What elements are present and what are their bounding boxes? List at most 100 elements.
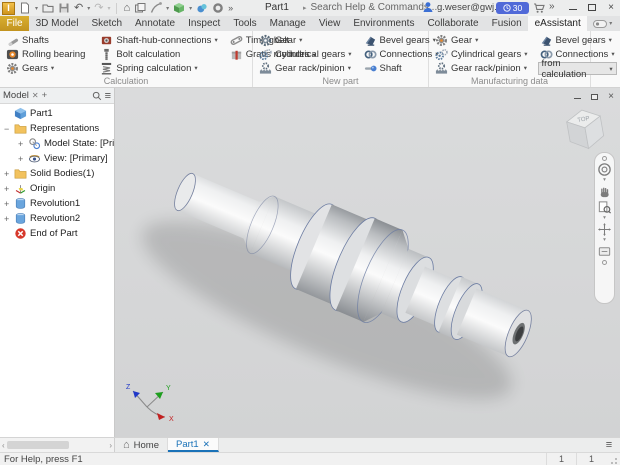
browser-add-tab-icon[interactable]: + <box>42 90 48 101</box>
tab-sketch[interactable]: Sketch <box>85 16 129 31</box>
new-file-icon[interactable] <box>19 2 31 14</box>
appearance-icon[interactable] <box>196 2 208 14</box>
titlebar-overflow-icon[interactable]: » <box>549 1 555 12</box>
tab-environments[interactable]: Environments <box>347 16 421 31</box>
cart-icon[interactable] <box>533 2 545 14</box>
expand-toggle[interactable]: + <box>4 169 14 179</box>
save-icon[interactable] <box>58 2 70 14</box>
open-file-icon[interactable] <box>42 2 54 14</box>
mfg-gear-button[interactable]: Gear▾ <box>433 33 530 47</box>
scrollbar-thumb[interactable] <box>7 441 69 449</box>
expand-toggle[interactable]: + <box>4 199 14 209</box>
switch-window-icon[interactable] <box>134 2 146 14</box>
navigation-wheel-icon[interactable] <box>597 162 612 177</box>
ribbon-toggle-arrow[interactable]: ▾ <box>609 20 612 27</box>
mfg-bevel-gears-button[interactable]: Bevel gears▾ <box>538 33 617 47</box>
undo-dropdown-arrow[interactable]: ▾ <box>87 5 90 12</box>
combobox-arrow[interactable]: ▾ <box>609 65 612 73</box>
sweep-icon[interactable] <box>150 2 162 14</box>
redo-icon[interactable]: ↷ <box>94 2 103 15</box>
tree-item-revolution1[interactable]: +Revolution1 <box>0 196 114 211</box>
new-cylindrical-gears-button[interactable]: Cylindrical gears▾ <box>257 47 354 61</box>
browser-close-icon[interactable]: ✕ <box>32 91 39 100</box>
browser-menu-icon[interactable]: ≡ <box>105 90 111 102</box>
expand-toggle[interactable]: + <box>4 184 14 194</box>
shafts-button[interactable]: Shafts <box>4 33 90 47</box>
scroll-right-icon[interactable]: › <box>109 441 112 450</box>
close-button[interactable]: × <box>606 2 616 12</box>
redo-dropdown-arrow[interactable]: ▾ <box>107 5 110 12</box>
resize-grip[interactable] <box>606 453 620 465</box>
navbar-arrow[interactable]: ▾ <box>603 238 606 243</box>
tab-annotate[interactable]: Annotate <box>129 16 182 31</box>
gears-button[interactable]: Gears▾ <box>4 61 90 75</box>
tab-view[interactable]: View <box>312 16 347 31</box>
tree-item-revolution2[interactable]: +Revolution2 <box>0 211 114 226</box>
navbar-options-icon[interactable] <box>602 260 607 265</box>
tab-tools[interactable]: Tools <box>227 16 263 31</box>
navbar-options-icon[interactable] <box>602 156 607 161</box>
expand-toggle[interactable]: − <box>4 124 14 134</box>
qat-overflow-icon[interactable]: » <box>228 2 233 15</box>
shaft-hub-connections-button[interactable]: Shaft-hub-connections▾ <box>98 33 219 47</box>
search-expander-icon[interactable]: ▸ <box>303 4 307 12</box>
tab-3d-model[interactable]: 3D Model <box>29 16 85 31</box>
doc-tab-home[interactable]: ⌂ Home <box>115 438 168 452</box>
doc-restore-button[interactable] <box>591 94 598 100</box>
tree-item-part1[interactable]: Part1 <box>0 106 114 121</box>
tab-bar-menu-icon[interactable]: ≡ <box>598 438 620 452</box>
bolt-calculation-button[interactable]: Bolt calculation <box>98 47 219 61</box>
undo-icon[interactable]: ↶ <box>74 2 83 15</box>
tree-item-view-primary[interactable]: +View: [Primary] <box>0 151 114 166</box>
tree-item-solid-bodies[interactable]: +Solid Bodies(1) <box>0 166 114 181</box>
scroll-left-icon[interactable]: ‹ <box>2 441 5 450</box>
trial-days-badge[interactable]: 30 <box>496 2 529 14</box>
browser-panel-tab[interactable]: Model <box>3 90 29 101</box>
browser-search-icon[interactable] <box>92 91 102 101</box>
doc-tab-close-icon[interactable]: ✕ <box>203 439 210 450</box>
look-at-icon[interactable] <box>597 244 612 259</box>
pan-hand-icon[interactable] <box>597 184 612 199</box>
material-dropdown-arrow[interactable]: ▾ <box>189 5 192 12</box>
expand-toggle[interactable]: + <box>18 139 28 149</box>
tab-manage[interactable]: Manage <box>263 16 312 31</box>
new-gear-rack-pinion-button[interactable]: Gear rack/pinion▾ <box>257 61 354 75</box>
rolling-bearing-button[interactable]: Rolling bearing <box>4 47 90 61</box>
mfg-gear-rack-pinion-button[interactable]: Gear rack/pinion▾ <box>433 61 530 75</box>
tab-fusion[interactable]: Fusion <box>485 16 528 31</box>
doc-tab-part1[interactable]: Part1 ✕ <box>168 438 219 452</box>
minimize-button[interactable] <box>568 2 578 12</box>
view-cube[interactable]: TOP <box>558 102 610 154</box>
doc-close-button[interactable]: × <box>608 91 614 102</box>
material-icon[interactable] <box>173 2 185 14</box>
tab-file[interactable]: File <box>0 16 29 31</box>
new-gear-button[interactable]: Gear▾ <box>257 33 354 47</box>
navbar-arrow[interactable]: ▾ <box>603 216 606 221</box>
mfg-cylindrical-gears-button[interactable]: Cylindrical gears▾ <box>433 47 530 61</box>
tab-eassistant[interactable]: eAssistant <box>528 16 587 31</box>
zoom-icon[interactable] <box>597 200 612 215</box>
graphics-viewport[interactable]: × TOP ▾ ▾ ▾ <box>115 88 620 437</box>
expand-toggle[interactable]: + <box>18 154 28 164</box>
expand-toggle[interactable]: + <box>4 214 14 224</box>
orbit-icon[interactable] <box>597 222 612 237</box>
settings-donut-icon[interactable] <box>212 2 224 14</box>
tree-item-model-state[interactable]: +Model State: [Prim <box>0 136 114 151</box>
spring-calculation-button[interactable]: Spring calculation▾ <box>98 61 219 75</box>
tree-item-end-of-part[interactable]: End of Part <box>0 226 114 241</box>
navbar-arrow[interactable]: ▾ <box>603 178 606 183</box>
tree-item-representations[interactable]: −Representations <box>0 121 114 136</box>
tab-inspect[interactable]: Inspect <box>182 16 227 31</box>
tab-collaborate[interactable]: Collaborate <box>421 16 485 31</box>
search-input[interactable]: ▸ Search Help & Commands... <box>303 2 437 13</box>
home-view-icon[interactable]: ⌂ <box>123 2 130 15</box>
new-file-dropdown-arrow[interactable]: ▾ <box>35 5 38 12</box>
browser-horizontal-scrollbar[interactable]: ‹ › <box>0 438 115 452</box>
doc-minimize-button[interactable] <box>574 94 581 100</box>
manufacturing-source-combobox[interactable]: from calculation▾ <box>538 62 617 75</box>
inventor-logo-icon[interactable]: I <box>2 2 15 15</box>
ribbon-display-toggle[interactable]: ▾ <box>593 16 612 31</box>
maximize-button[interactable] <box>587 2 597 12</box>
sweep-dropdown-arrow[interactable]: ▾ <box>166 5 169 12</box>
shaft-model[interactable] <box>115 88 620 437</box>
